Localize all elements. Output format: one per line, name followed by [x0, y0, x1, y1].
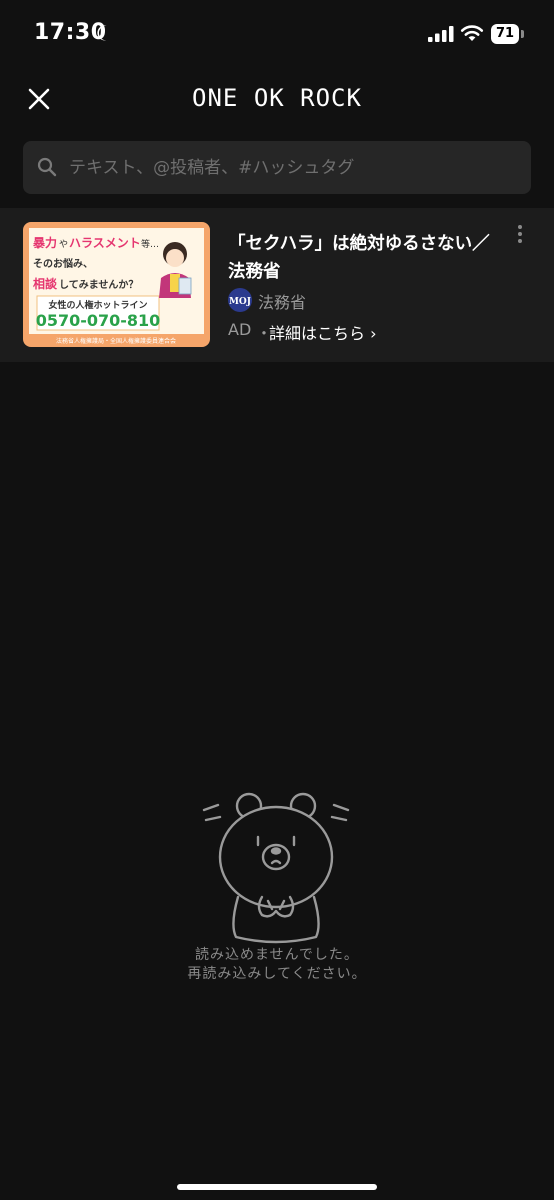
- bear-icon: [202, 792, 350, 944]
- ad-label: AD: [228, 320, 252, 339]
- wifi-icon: [460, 25, 484, 41]
- ad-image-line1-b: や: [59, 239, 68, 250]
- battery-icon: 71: [491, 24, 525, 44]
- search-box[interactable]: [23, 141, 531, 194]
- ad-image-line1-c: ハラスメント: [69, 236, 141, 250]
- ad-image-hotline-number: 0570-070-810: [36, 311, 161, 330]
- ad-banner-graphic: 暴力 や ハラスメント 等… そのお悩み、 相談 してみませんか？ 女性の人権ホ…: [23, 222, 210, 347]
- page-title: ONE OK ROCK: [192, 84, 362, 112]
- battery-level: 71: [491, 24, 519, 44]
- battery-cap: [521, 30, 524, 38]
- ad-image-line3-b: してみませんか？: [59, 279, 138, 291]
- ad-image-line2: そのお悩み、: [33, 257, 93, 270]
- ad-image-line3-a: 相談: [33, 276, 58, 291]
- ad-more-button[interactable]: [510, 222, 530, 246]
- error-message: 読み込めませんでした。 再読み込みしてください。: [0, 946, 554, 984]
- search-input[interactable]: [69, 141, 519, 194]
- advertiser-logo-text: MOJ: [229, 297, 251, 307]
- ad-title[interactable]: 「セクハラ」は絶対ゆるさない／法務省: [228, 230, 498, 286]
- ad-image-hotline-label: 女性の人権ホットライン: [48, 299, 147, 311]
- more-vertical-icon: [518, 225, 522, 243]
- cellular-signal-icon: [428, 26, 454, 42]
- advertiser-logo-icon: MOJ: [228, 288, 252, 312]
- ad-advertiser: 法務省: [258, 293, 307, 312]
- ad-card[interactable]: 暴力 や ハラスメント 等… そのお悩み、 相談 してみませんか？ 女性の人権ホ…: [0, 208, 554, 362]
- status-bar: 17:30 71: [0, 0, 554, 70]
- search-icon: [37, 157, 57, 177]
- error-message-line2: 再読み込みしてください。: [187, 966, 367, 982]
- home-indicator[interactable]: [177, 1184, 377, 1190]
- ad-image[interactable]: 暴力 や ハラスメント 等… そのお悩み、 相談 してみませんか？ 女性の人権ホ…: [23, 222, 210, 347]
- ad-image-line1-d: 等…: [141, 238, 159, 250]
- ad-image-footer: 法務省人権擁護局・全国人権擁護委員連合会: [56, 337, 176, 345]
- header: ONE OK ROCK: [0, 70, 554, 128]
- moon-icon: [97, 25, 107, 41]
- error-message-line1: 読み込めませんでした。: [195, 947, 359, 963]
- ad-image-line1-a: 暴力: [32, 235, 57, 250]
- ad-details-link[interactable]: 詳細はこちら ›: [269, 320, 377, 344]
